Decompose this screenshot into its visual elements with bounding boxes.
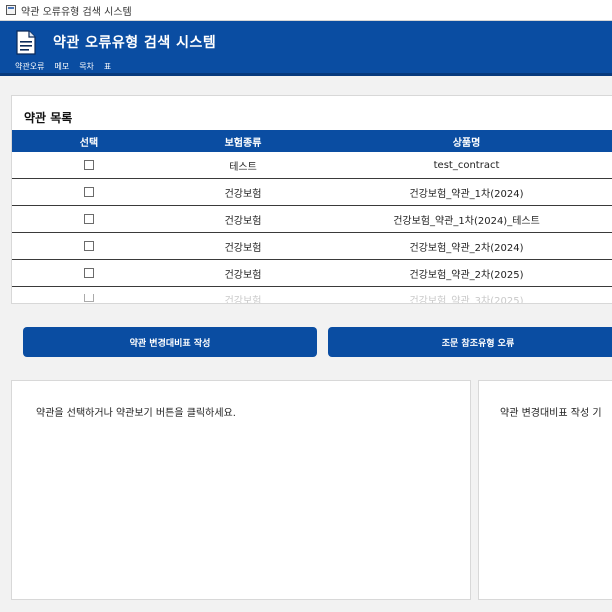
list-title: 약관 목록 (24, 111, 73, 125)
window-titlebar: 약관 오류유형 검색 시스템 (0, 0, 612, 21)
row-checkbox[interactable] (84, 213, 94, 224)
table-row[interactable]: 테스트 test_contract (12, 152, 612, 179)
row-type: 건강보험 (224, 188, 262, 200)
menu-item-table[interactable]: 표 (104, 63, 111, 71)
table-row[interactable]: 건강보험 건강보험_약관_1차(2024)_테스트 (12, 206, 612, 233)
app-header: 약관 오류유형 검색 시스템 (0, 21, 612, 63)
row-type: 건강보험 (224, 215, 262, 227)
contract-view-hint: 약관을 선택하거나 약관보기 버튼을 클릭하세요. (36, 408, 236, 419)
row-type: 건강보험 (224, 242, 262, 254)
row-checkbox[interactable] (84, 159, 94, 170)
contract-list-panel: 약관 목록 선택 보험종류 상품명 테스트 test_contract 건강보험… (11, 95, 612, 304)
row-checkbox[interactable] (84, 186, 94, 197)
menu-item-memo[interactable]: 메모 (54, 63, 69, 71)
table-row[interactable]: 건강보험 건강보험_약관_1차(2024) (12, 179, 612, 206)
column-header-name: 상품명 (452, 137, 481, 149)
row-name: 건강보험_약관_1차(2024) (409, 188, 524, 200)
row-checkbox[interactable] (84, 240, 94, 251)
table-header: 선택 보험종류 상품명 (12, 130, 612, 152)
document-icon (16, 29, 36, 55)
table-row[interactable]: 건강보험 건강보험_약관_2차(2025) (12, 260, 612, 287)
row-type: 건강보험 (224, 296, 262, 304)
row-checkbox[interactable] (84, 294, 94, 302)
menu-bar: 약관오류 메모 목차 표 (0, 63, 612, 76)
reference-error-button[interactable]: 조문 참조유형 오류 (328, 327, 612, 357)
table-row[interactable]: 건강보험 건강보험_약관_3차(2025) (12, 294, 612, 304)
row-name: 건강보험_약관_1차(2024)_테스트 (393, 215, 540, 227)
column-header-type: 보험종류 (224, 137, 262, 149)
row-type: 테스트 (229, 161, 257, 173)
row-name: 건강보험_약관_2차(2025) (409, 269, 524, 281)
row-name: 건강보험_약관_3차(2025) (409, 296, 524, 304)
row-name: 건강보험_약관_2차(2024) (409, 242, 524, 254)
row-checkbox[interactable] (84, 267, 94, 278)
menu-item-toc[interactable]: 목차 (79, 63, 94, 71)
create-comparison-button[interactable]: 약관 변경대비표 작성 (23, 327, 317, 357)
app-title: 약관 오류유형 검색 시스템 (53, 35, 217, 51)
table-row[interactable]: 건강보험 건강보험_약관_2차(2024) (12, 233, 612, 260)
contract-view-panel: 약관을 선택하거나 약관보기 버튼을 클릭하세요. (11, 380, 471, 600)
app-window-icon (6, 5, 16, 15)
row-type: 건강보험 (224, 269, 262, 281)
window-title: 약관 오류유형 검색 시스템 (21, 6, 132, 18)
comparison-hint: 약관 변경대비표 작성 기 (500, 408, 602, 419)
comparison-panel: 약관 변경대비표 작성 기 (478, 380, 612, 600)
row-name: test_contract (433, 159, 500, 171)
menu-item-error[interactable]: 약관오류 (15, 63, 44, 71)
column-header-select: 선택 (79, 137, 99, 149)
